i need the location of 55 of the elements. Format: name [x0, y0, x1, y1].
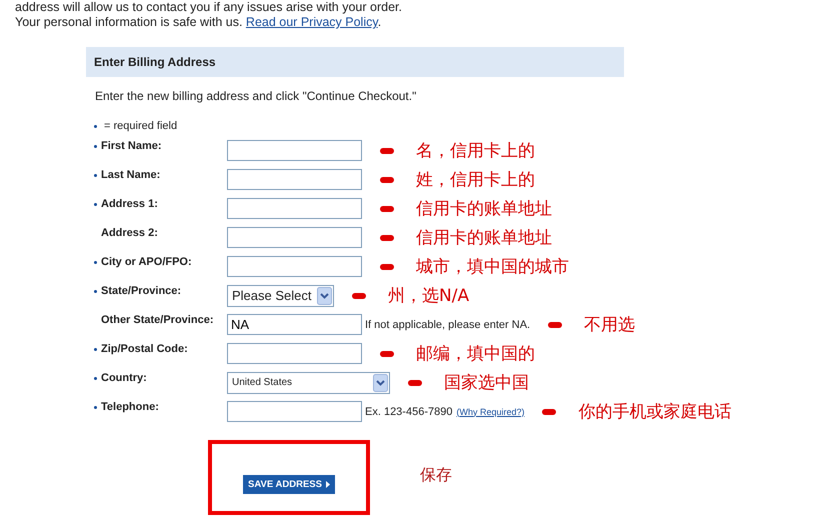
- annotation-text: 你的手机或家庭电话: [578, 401, 732, 423]
- annotation-text: 姓，信用卡上的: [416, 169, 535, 191]
- annotation-text: 保存: [420, 465, 452, 486]
- annotation-text: 信用卡的账单地址: [416, 227, 552, 249]
- input-field[interactable]: [227, 169, 362, 190]
- input-field[interactable]: [227, 343, 362, 364]
- annotation-text: 城市，填中国的城市: [416, 256, 569, 278]
- field-label: Telephone:: [101, 401, 159, 413]
- dash-mark: [380, 350, 394, 356]
- field-label: Country:: [101, 372, 147, 384]
- input-field[interactable]: [227, 401, 362, 422]
- input-field[interactable]: [227, 140, 362, 161]
- intro-text: Your personal information is safe with us. Read our Privacy Policy.: [15, 15, 382, 30]
- annotation-text: 邮编，填中国的: [416, 343, 535, 365]
- instructions-text: Enter the new billing address and click "Continue Checkout.": [95, 89, 418, 103]
- section-header: Enter Billing Address: [86, 47, 624, 77]
- dash-mark: [380, 148, 394, 154]
- why-required-link[interactable]: (Why Required?): [456, 406, 524, 416]
- field-label: State/Province:: [101, 285, 182, 297]
- field-label: Address 2:: [101, 227, 158, 239]
- dash-mark: [380, 264, 394, 270]
- input-field[interactable]: [227, 256, 362, 277]
- required-bullet-icon: [94, 124, 97, 128]
- field-hint: Ex. 123-456-7890: [365, 406, 452, 418]
- annotation-text: 国家选中国: [444, 372, 529, 394]
- dash-mark: [380, 234, 394, 240]
- save-address-button[interactable]: SAVE ADDRESS: [243, 475, 335, 494]
- field-label: Other State/Province:: [101, 314, 214, 326]
- required-legend: = required field: [104, 120, 178, 132]
- field-label: City or APO/FPO:: [101, 256, 192, 268]
- dropdown[interactable]: Please Select: [227, 284, 334, 306]
- dash-mark: [542, 408, 556, 414]
- annotation-text: 名，信用卡上的: [416, 140, 535, 162]
- input-field[interactable]: [227, 227, 362, 248]
- field-label: First Name:: [101, 140, 162, 152]
- field-hint: If not applicable, please enter NA.: [365, 318, 530, 330]
- field-label: Last Name:: [101, 169, 160, 181]
- chevron-down-icon: [373, 374, 388, 392]
- input-field[interactable]: NA: [227, 314, 362, 335]
- dash-mark: [380, 206, 394, 212]
- intro-text: address will allow us to contact you if any issues arise with your order.: [15, 0, 403, 15]
- dash-mark: [408, 380, 422, 386]
- field-label: Address 1:: [101, 198, 158, 210]
- privacy-policy-link[interactable]: Read our Privacy Policy: [246, 15, 378, 29]
- annotation-text: 不用选: [584, 314, 636, 336]
- dash-mark: [548, 322, 562, 328]
- dropdown[interactable]: United States: [227, 372, 390, 394]
- input-field[interactable]: [227, 198, 362, 219]
- caret-icon: [326, 481, 330, 488]
- field-label: Zip/Postal Code:: [101, 343, 188, 355]
- chevron-down-icon: [317, 286, 332, 304]
- dash-mark: [352, 292, 366, 298]
- annotation-text: 信用卡的账单地址: [416, 198, 552, 220]
- dash-mark: [380, 176, 394, 182]
- annotation-text: 州，选N/A: [388, 285, 470, 307]
